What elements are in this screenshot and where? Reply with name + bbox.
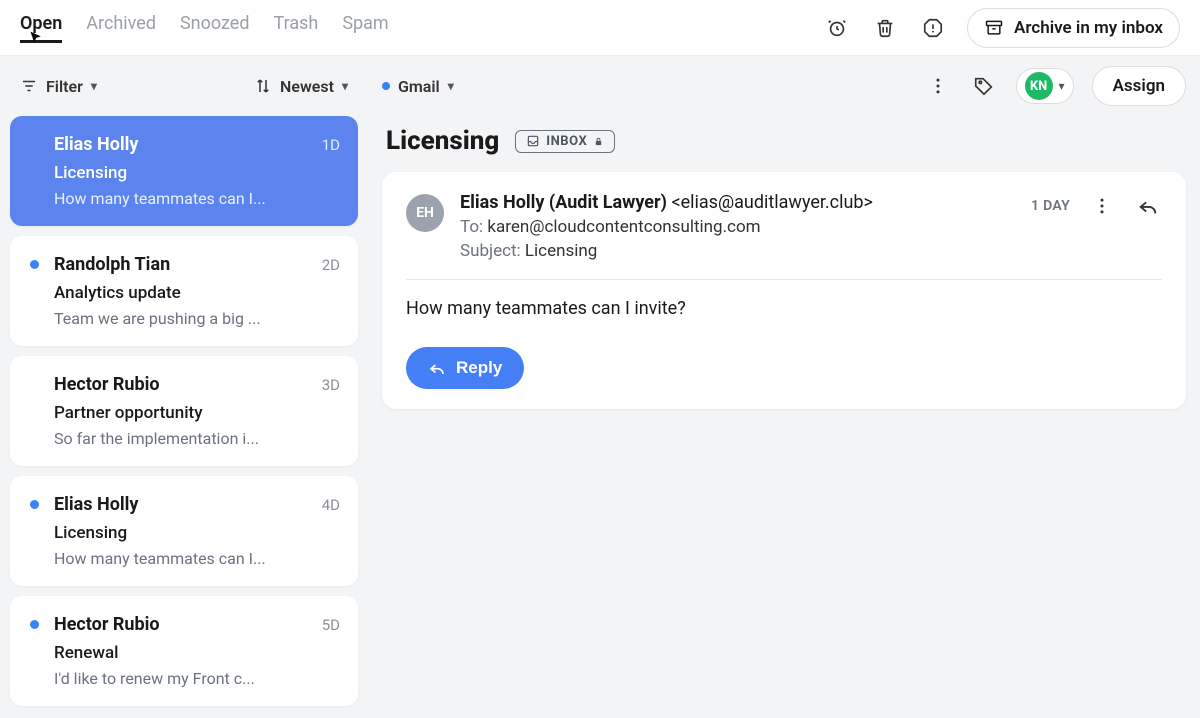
chevron-down-icon: ▾ (448, 79, 454, 93)
archive-in-inbox-button[interactable]: Archive in my inbox (967, 8, 1180, 48)
conversation-subject: Analytics update (54, 283, 340, 303)
sort-icon (254, 77, 272, 95)
conversation-sender: Elias Holly (54, 134, 138, 155)
conversation-preview: Team we are pushing a big ... (54, 309, 340, 328)
inbox-badge-label: INBOX (546, 134, 587, 149)
inbox-badge: INBOX (515, 130, 615, 153)
message-body: How many teammates can I invite? (406, 298, 1162, 319)
conversation-subject: Partner opportunity (54, 403, 340, 423)
assignee-selector[interactable]: KN ▾ (1016, 68, 1074, 104)
conversation-subject: Renewal (54, 643, 340, 663)
lock-icon (593, 136, 604, 147)
conversation-subject: Licensing (54, 523, 340, 543)
snooze-icon[interactable] (823, 14, 851, 42)
conversation-item[interactable]: Elias Holly 4D Licensing How many teamma… (10, 476, 358, 586)
conversation-preview: How many teammates can I... (54, 549, 340, 568)
conversation-subject: Licensing (54, 163, 340, 183)
tab-archived[interactable]: Archived (86, 13, 156, 43)
inbox-icon (526, 134, 540, 148)
account-status-dot (382, 82, 390, 90)
conversation-preview: So far the implementation i... (54, 429, 340, 448)
conversation-item[interactable]: Hector Rubio 3D Partner opportunity So f… (10, 356, 358, 466)
unread-dot (30, 620, 39, 629)
tab-trash[interactable]: Trash (274, 13, 319, 43)
conversation-sender: Hector Rubio (54, 614, 160, 635)
tab-open[interactable]: Open (20, 13, 62, 43)
conversation-item[interactable]: Elias Holly 1D Licensing How many teamma… (10, 116, 358, 226)
message-subject: Subject: Licensing (460, 241, 1015, 261)
chevron-down-icon: ▾ (91, 79, 97, 93)
archive-label: Archive in my inbox (1014, 18, 1163, 38)
archive-icon (984, 18, 1004, 38)
conversation-age: 5D (322, 616, 340, 634)
message-card: EH Elias Holly (Audit Lawyer) <elias@aud… (382, 172, 1186, 409)
reply-button[interactable]: Reply (406, 347, 524, 389)
assignee-avatar: KN (1025, 72, 1053, 100)
sort-button[interactable]: Newest ▾ (254, 77, 348, 96)
account-selector[interactable]: Gmail ▾ (382, 77, 454, 96)
conversation-age: 3D (322, 376, 340, 394)
conversation-preview: I'd like to renew my Front c... (54, 669, 340, 688)
filter-label: Filter (46, 77, 83, 96)
conversation-sender: Randolph Tian (54, 254, 170, 275)
more-icon[interactable] (924, 72, 952, 100)
reply-arrow-icon[interactable] (1134, 192, 1162, 220)
message-age: 1 DAY (1031, 198, 1070, 214)
reply-icon (428, 359, 446, 377)
assign-button[interactable]: Assign (1092, 66, 1186, 106)
conversation-sender: Hector Rubio (54, 374, 160, 395)
reply-label: Reply (456, 358, 502, 378)
unread-dot (30, 260, 39, 269)
chevron-down-icon: ▾ (1059, 79, 1065, 93)
conversation-item[interactable]: Hector Rubio 5D Renewal I'd like to rene… (10, 596, 358, 706)
tag-icon[interactable] (970, 72, 998, 100)
filter-button[interactable]: Filter ▾ (20, 77, 97, 96)
account-label: Gmail (398, 77, 440, 96)
tab-spam[interactable]: Spam (342, 13, 388, 43)
conversation-item[interactable]: Randolph Tian 2D Analytics update Team w… (10, 236, 358, 346)
spam-icon[interactable] (919, 14, 947, 42)
unread-dot (30, 500, 39, 509)
message-from: Elias Holly (Audit Lawyer) <elias@auditl… (460, 192, 1015, 213)
filter-icon (20, 77, 38, 95)
conversation-age: 4D (322, 496, 340, 514)
conversation-preview: How many teammates can I... (54, 189, 340, 208)
message-more-icon[interactable] (1088, 192, 1116, 220)
sort-label: Newest (280, 77, 334, 96)
tab-snoozed[interactable]: Snoozed (180, 13, 250, 43)
conversation-age: 2D (322, 256, 340, 274)
conversation-sender: Elias Holly (54, 494, 138, 515)
chevron-down-icon: ▾ (342, 79, 348, 93)
message-to: To: karen@cloudcontentconsulting.com (460, 217, 1015, 237)
trash-icon[interactable] (871, 14, 899, 42)
conversation-title: Licensing (386, 126, 499, 156)
sender-avatar: EH (406, 194, 444, 232)
conversation-age: 1D (322, 136, 340, 154)
